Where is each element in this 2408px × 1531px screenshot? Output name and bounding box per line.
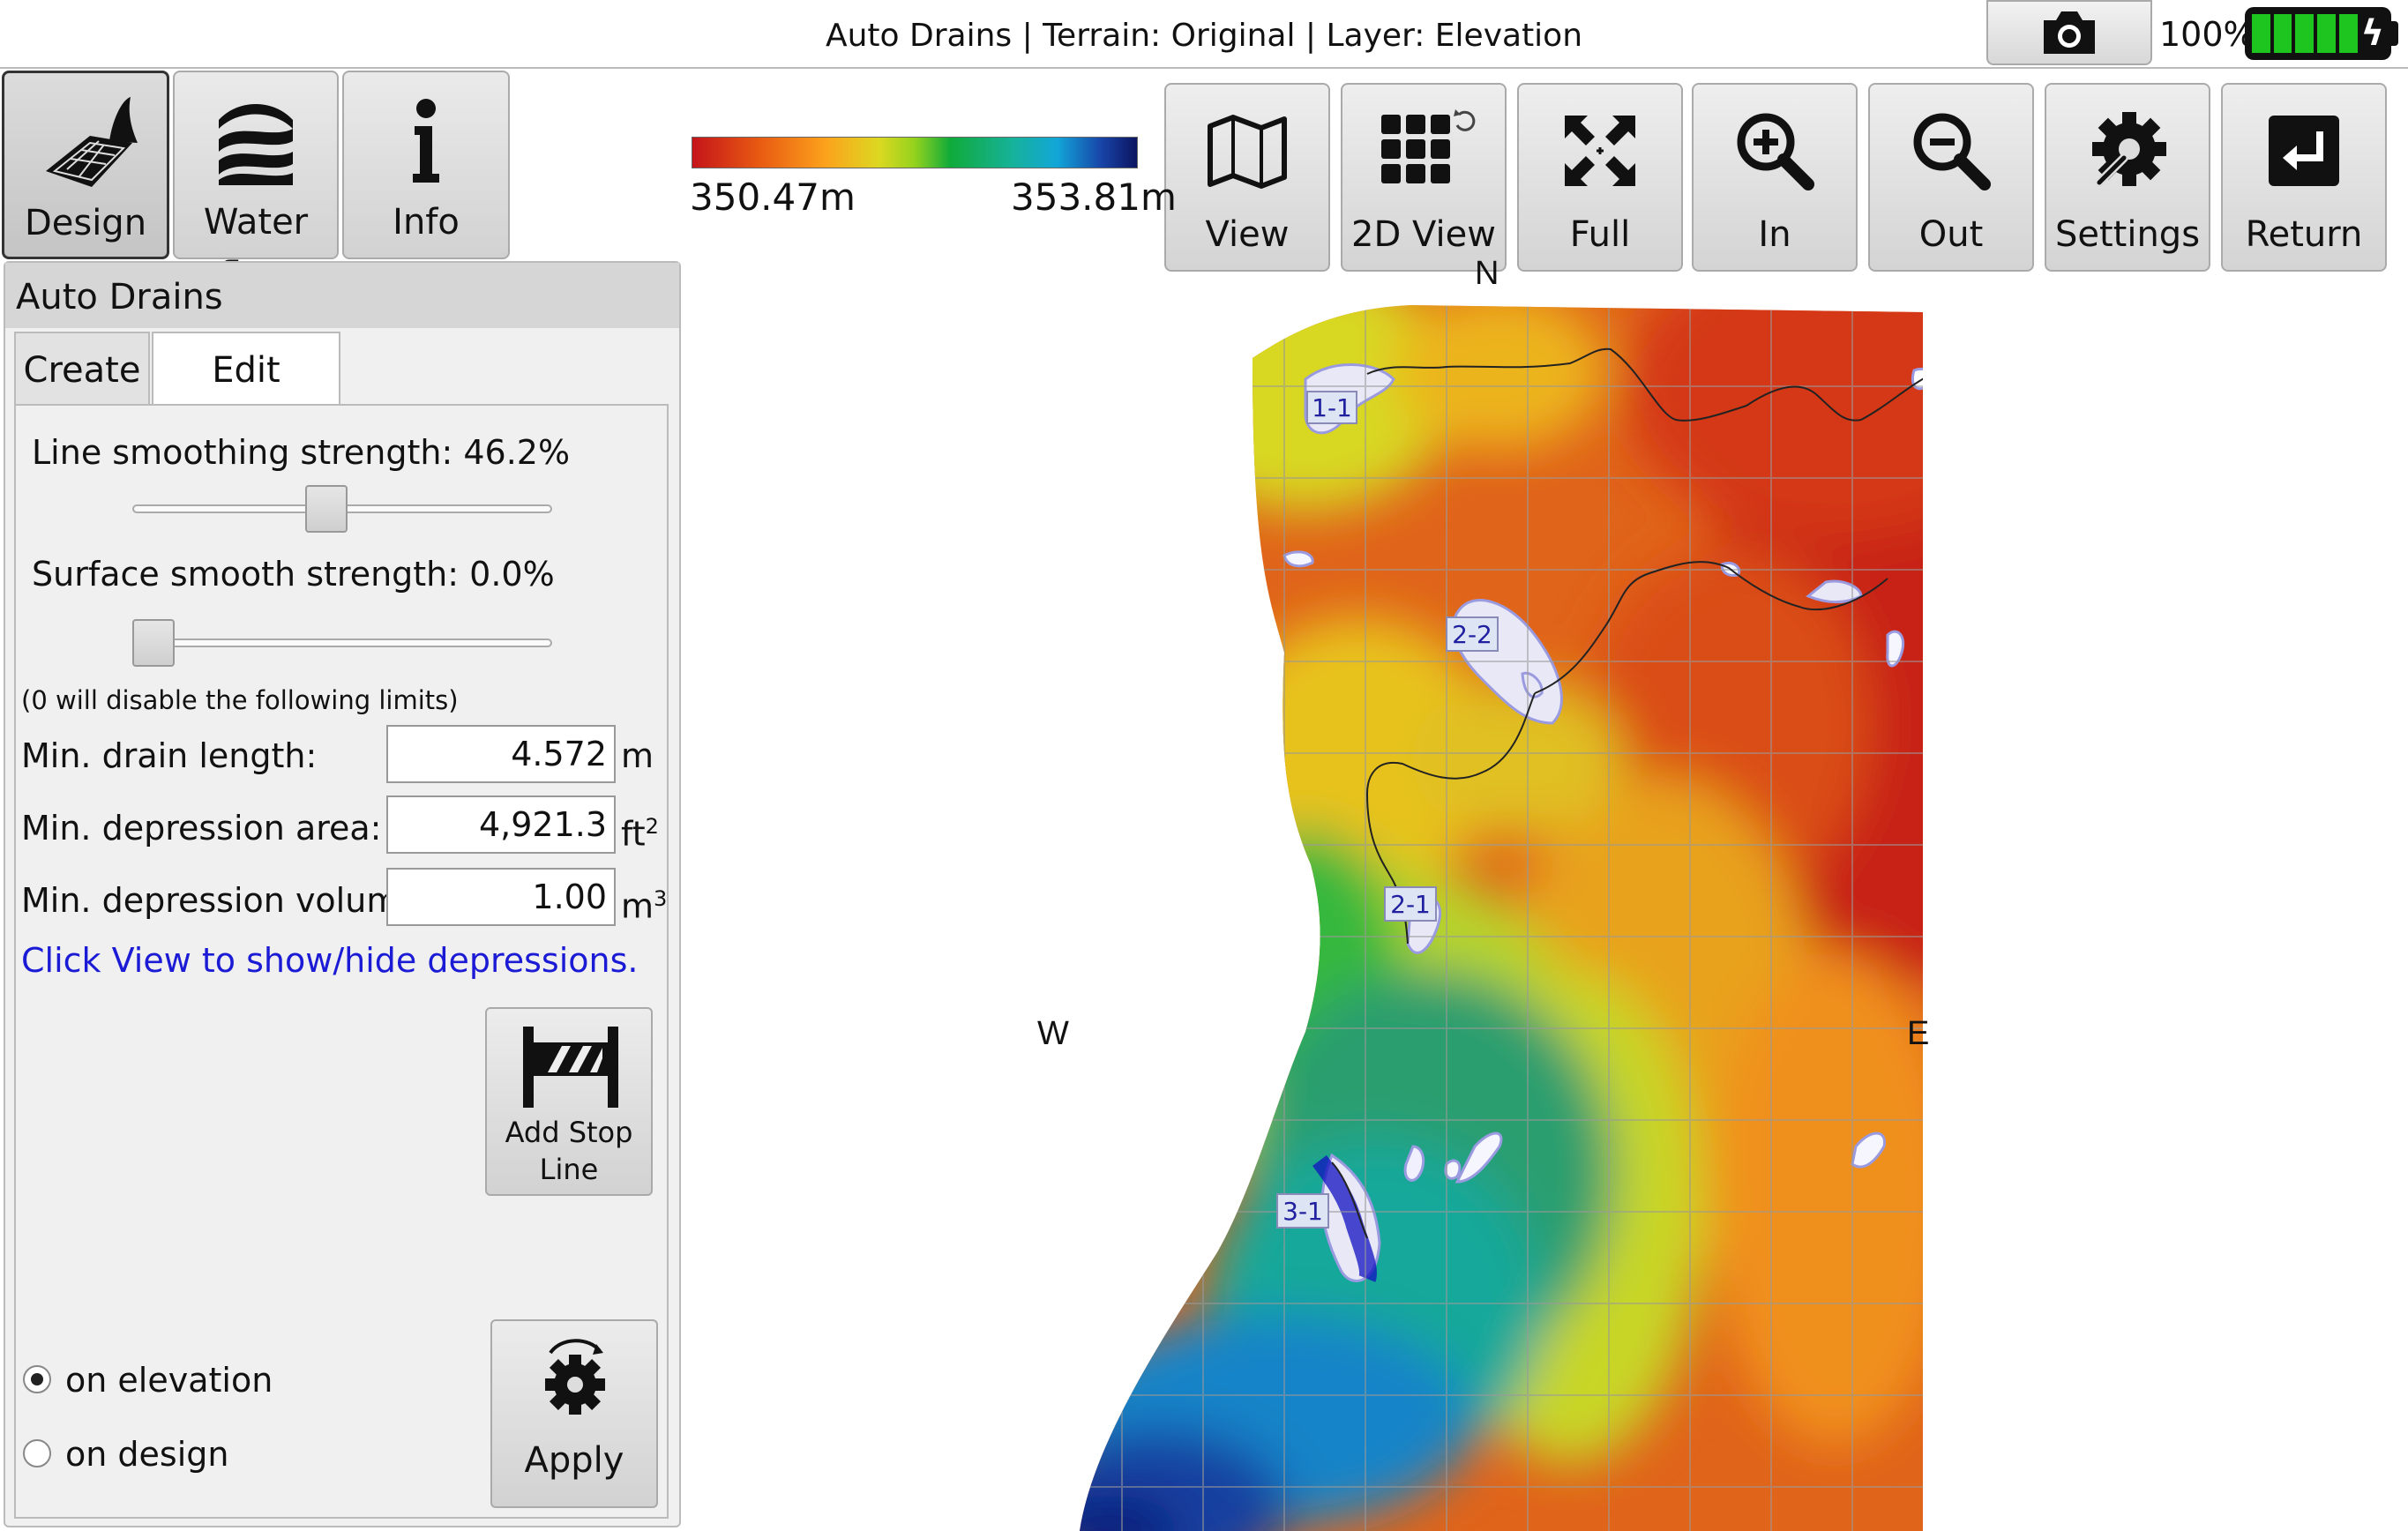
line-smoothing-label: Line smoothing strength: 46.2%	[32, 433, 571, 472]
min-depression-volume-unit: m3	[621, 877, 667, 929]
surface-smooth-slider[interactable]	[132, 639, 552, 647]
min-depression-volume-input[interactable]: 1.00	[386, 868, 616, 926]
min-drain-length-input[interactable]: 4.572	[386, 725, 616, 783]
info-mode-label: Info	[393, 202, 460, 243]
apply-button[interactable]: Apply	[490, 1319, 658, 1508]
add-stop-line-label-1: Add Stop	[505, 1116, 633, 1149]
camera-button[interactable]	[1986, 0, 2152, 65]
zoom-in-label: In	[1758, 214, 1791, 255]
info-icon	[413, 99, 439, 183]
info-mode-button[interactable]: Info	[342, 71, 510, 259]
zoom-in-icon	[1737, 113, 1814, 190]
add-stop-line-button[interactable]: Add Stop Line	[485, 1007, 653, 1196]
min-drain-length-unit: m	[621, 736, 654, 775]
surface-smooth-label: Surface smooth strength: 0.0%	[32, 555, 555, 594]
battery-tip	[2389, 21, 2398, 46]
zoom-out-button[interactable]: Out	[1868, 83, 2034, 272]
area-unit-text: ft	[621, 814, 646, 854]
full-button[interactable]: Full	[1517, 83, 1683, 272]
apply-gear-icon	[545, 1339, 605, 1415]
surface-smooth-thumb[interactable]	[132, 619, 175, 667]
compass-east: E	[1907, 1015, 1930, 1052]
compass-north: N	[1475, 255, 1499, 292]
2d-view-button[interactable]: 2D View	[1341, 83, 1507, 272]
water-flow-mode-button[interactable]: Water flow	[173, 71, 339, 295]
settings-icon	[2092, 112, 2166, 187]
radio-on-design-label: on design	[65, 1435, 229, 1474]
volume-unit-sup: 3	[654, 886, 668, 911]
depression-label-2-1: 2-1	[1390, 890, 1431, 919]
water-flow-icon	[219, 104, 293, 185]
view-label: View	[1205, 214, 1290, 255]
barrier-icon	[523, 1027, 618, 1108]
min-depression-area-input[interactable]: 4,921.3	[386, 795, 616, 854]
full-label: Full	[1569, 214, 1631, 255]
depression-label-3-1: 3-1	[1283, 1197, 1323, 1226]
design-field-icon	[46, 97, 138, 187]
battery-charging-icon: ϟ	[2245, 7, 2391, 60]
battery-percent: 100%	[2159, 15, 2255, 54]
min-depression-area-label: Min. depression area:	[21, 809, 382, 848]
radio-on-elevation-label: on elevation	[65, 1361, 273, 1400]
depression-label-2-2: 2-2	[1452, 620, 1492, 649]
design-mode-label: Design	[24, 203, 147, 243]
legend-min: 350.47m	[690, 176, 856, 219]
line-smoothing-thumb[interactable]	[305, 485, 348, 533]
volume-unit-text: m	[621, 886, 654, 926]
add-stop-line-label-2: Line	[539, 1153, 599, 1186]
limits-note: (0 will disable the following limits)	[21, 685, 459, 715]
zoom-out-icon	[1913, 113, 1991, 190]
elevation-legend-bar	[692, 137, 1138, 168]
min-drain-length-label: Min. drain length:	[21, 736, 318, 775]
area-unit-sup: 2	[645, 814, 659, 839]
camera-icon	[2044, 11, 2095, 54]
fit-full-icon	[1565, 116, 1635, 186]
compass-west: W	[1037, 1015, 1069, 1052]
return-label: Return	[2245, 214, 2363, 255]
legend-max: 353.81m	[1011, 176, 1177, 219]
apply-label: Apply	[524, 1440, 624, 1481]
show-hide-depressions-link[interactable]: Click View to show/hide depressions.	[21, 938, 639, 982]
zoom-out-label: Out	[1918, 214, 1984, 255]
view-button[interactable]: View	[1164, 83, 1330, 272]
tab-create[interactable]: Create	[14, 332, 150, 406]
settings-button[interactable]: Settings	[2045, 83, 2210, 272]
tab-edit-drains[interactable]: Edit Drains	[152, 332, 340, 465]
return-icon	[2269, 116, 2339, 186]
min-depression-area-unit: ft2	[621, 804, 659, 856]
radio-on-elevation[interactable]	[23, 1365, 51, 1393]
radio-on-design[interactable]	[23, 1439, 51, 1468]
return-button[interactable]: Return	[2221, 83, 2387, 272]
design-mode-button[interactable]: Design	[2, 71, 169, 259]
map-view-icon	[1208, 115, 1287, 189]
settings-label: Settings	[2054, 214, 2201, 255]
depression-label-1-1: 1-1	[1312, 393, 1352, 422]
panel-title: Auto Drains	[5, 263, 679, 328]
grid-2d-icon	[1381, 109, 1476, 183]
min-depression-volume-label: Min. depression volume:	[21, 881, 431, 920]
elevation-map[interactable]: 1-1 2-2 2-1 3-1	[1041, 265, 1923, 1531]
zoom-in-button[interactable]: In	[1692, 83, 1858, 272]
